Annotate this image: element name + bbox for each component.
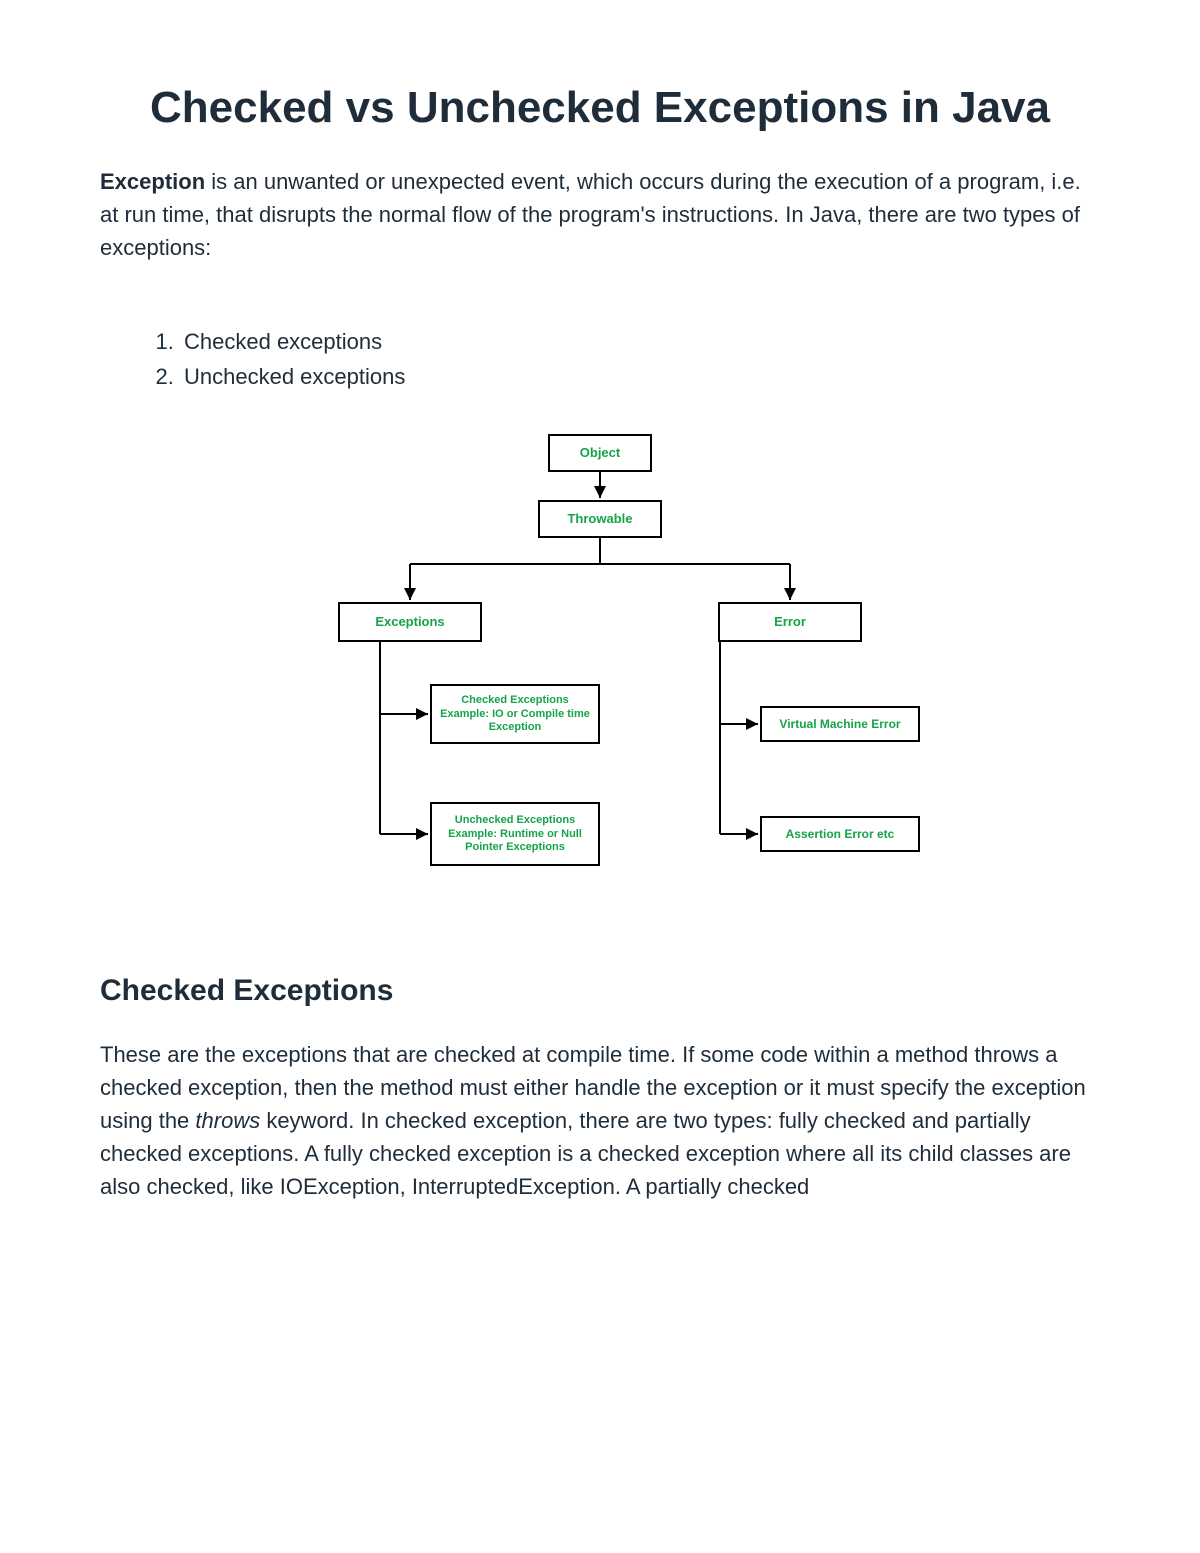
hierarchy-diagram: Object Throwable Exceptions Error Checke… <box>100 434 1100 914</box>
diagram-box-throwable: Throwable <box>538 500 662 538</box>
list-item: Checked exceptions <box>180 324 1100 359</box>
throws-keyword-italic: throws <box>195 1108 260 1133</box>
intro-strong: Exception <box>100 169 205 194</box>
document-page: Checked vs Unchecked Exceptions in Java … <box>0 0 1200 1263</box>
diagram-box-vm-error: Virtual Machine Error <box>760 706 920 742</box>
diagram-box-error: Error <box>718 602 862 642</box>
section-paragraph-checked: These are the exceptions that are checke… <box>100 1038 1100 1203</box>
list-item: Unchecked exceptions <box>180 359 1100 394</box>
diagram-canvas: Object Throwable Exceptions Error Checke… <box>280 434 920 914</box>
diagram-box-assertion-error: Assertion Error etc <box>760 816 920 852</box>
section-heading-checked: Checked Exceptions <box>100 974 1100 1008</box>
diagram-box-unchecked: Unchecked Exceptions Example: Runtime or… <box>430 802 600 866</box>
diagram-box-exceptions: Exceptions <box>338 602 482 642</box>
page-title: Checked vs Unchecked Exceptions in Java <box>100 80 1100 135</box>
intro-text: is an unwanted or unexpected event, whic… <box>100 169 1081 260</box>
intro-paragraph: Exception is an unwanted or unexpected e… <box>100 165 1100 264</box>
exception-types-list: Checked exceptions Unchecked exceptions <box>150 324 1100 394</box>
diagram-box-object: Object <box>548 434 652 472</box>
diagram-box-checked: Checked Exceptions Example: IO or Compil… <box>430 684 600 744</box>
